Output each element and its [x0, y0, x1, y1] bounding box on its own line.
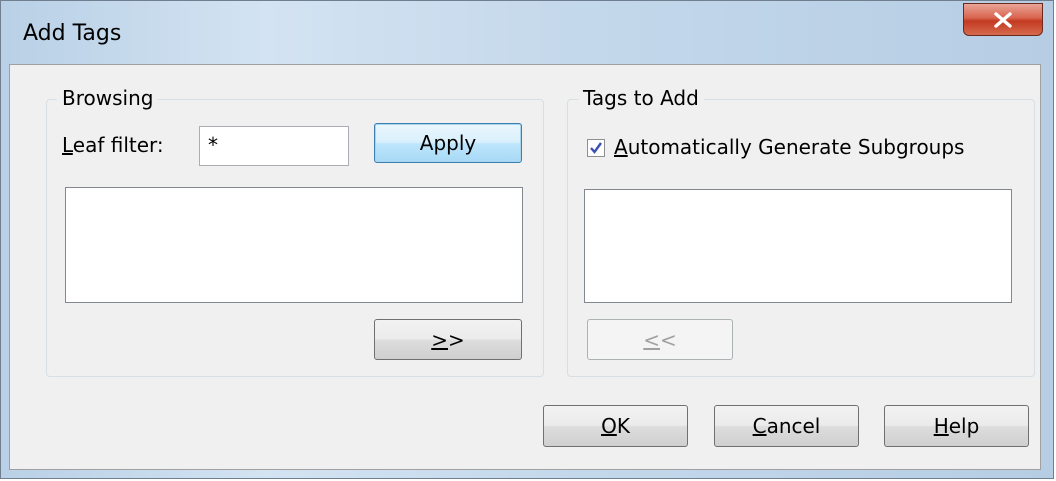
tags-to-add-group-label: Tags to Add — [578, 86, 704, 110]
auto-generate-subgroups-label[interactable]: Automatically Generate Subgroups — [614, 135, 964, 159]
remove-button-label: << — [643, 328, 677, 352]
cancel-button[interactable]: Cancel — [714, 405, 859, 447]
add-tags-dialog: Add Tags Browsing Leaf filter: * Apply >… — [0, 0, 1054, 479]
apply-button[interactable]: Apply — [374, 123, 522, 163]
remove-button-label-rest: < — [660, 327, 677, 352]
cancel-button-label: Cancel — [753, 414, 821, 438]
leaf-filter-label: Leaf filter: — [62, 133, 164, 157]
title-bar[interactable]: Add Tags — [1, 1, 1053, 63]
add-button-label-rest: > — [448, 327, 465, 352]
dialog-body: Browsing Leaf filter: * Apply >> Tags to… — [9, 64, 1041, 470]
add-button-label: >> — [431, 328, 465, 352]
help-mnemonic: H — [933, 414, 949, 438]
help-label-rest: elp — [948, 414, 980, 438]
add-to-tags-button[interactable]: >> — [374, 319, 522, 360]
dialog-title: Add Tags — [23, 21, 122, 46]
remove-from-tags-button[interactable]: << — [587, 319, 733, 360]
leaf-filter-label-rest: eaf filter: — [72, 133, 164, 157]
cancel-mnemonic: C — [752, 414, 767, 438]
auto-generate-mnemonic: A — [614, 135, 628, 159]
leaf-filter-mnemonic: L — [62, 133, 73, 157]
add-button-mnemonic: > — [431, 327, 448, 352]
help-button-label: Help — [934, 414, 980, 438]
cancel-label-rest: ancel — [766, 414, 821, 438]
ok-mnemonic: O — [601, 414, 617, 438]
remove-button-mnemonic: < — [643, 327, 660, 352]
apply-button-label: Apply — [419, 131, 477, 155]
checkmark-icon — [590, 142, 602, 154]
tags-to-add-list[interactable] — [584, 189, 1012, 303]
browse-tags-list[interactable] — [65, 187, 523, 303]
close-icon — [994, 12, 1012, 28]
ok-button-label: OK — [601, 414, 630, 438]
browsing-group-label: Browsing — [57, 86, 159, 110]
leaf-filter-input[interactable]: * — [199, 126, 349, 166]
auto-generate-label-rest: utomatically Generate Subgroups — [627, 135, 965, 159]
help-button[interactable]: Help — [884, 405, 1029, 447]
auto-generate-subgroups-checkbox[interactable] — [587, 139, 605, 157]
ok-label-rest: K — [616, 414, 630, 438]
close-button[interactable] — [963, 3, 1043, 36]
ok-button[interactable]: OK — [543, 405, 688, 447]
